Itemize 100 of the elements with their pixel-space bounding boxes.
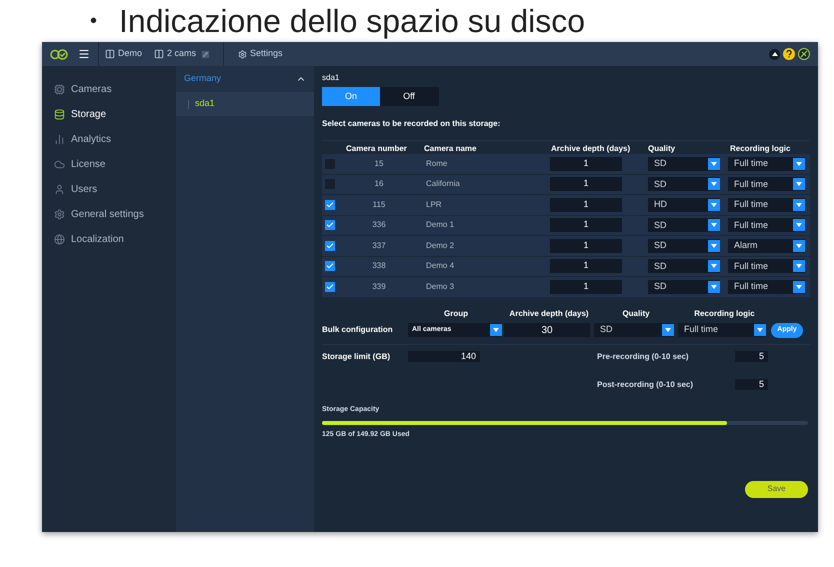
dropdown-button[interactable] <box>793 178 805 190</box>
dropdown-button[interactable] <box>793 198 805 211</box>
collapse-icon[interactable] <box>769 48 780 60</box>
checkbox[interactable] <box>325 158 335 169</box>
sidebar-item[interactable]: General settings <box>54 207 176 222</box>
bulk-header: Recording logic <box>693 308 756 320</box>
camera-number: 15 <box>374 158 384 170</box>
help-icon[interactable] <box>783 48 795 60</box>
sidebar-item[interactable]: License <box>54 157 176 172</box>
logo-icon <box>50 48 68 60</box>
caret-icon <box>796 223 802 228</box>
caret-icon <box>711 223 717 228</box>
sidebar-item[interactable]: Analytics <box>54 132 176 147</box>
checkbox[interactable] <box>325 282 335 292</box>
caret-icon <box>796 162 802 166</box>
select-field[interactable]: Full time <box>728 259 805 274</box>
checkbox[interactable] <box>325 220 335 230</box>
checkbox[interactable] <box>325 200 335 210</box>
caret-icon <box>493 328 499 332</box>
select-field[interactable]: Full time <box>728 177 805 192</box>
menu-icon[interactable] <box>78 48 90 60</box>
select-field[interactable]: SD <box>648 156 720 171</box>
dropdown-button[interactable] <box>793 158 805 170</box>
edit-icon[interactable] <box>202 50 210 58</box>
globe-icon <box>54 234 65 245</box>
dropdown-button[interactable] <box>708 219 720 232</box>
depth-field[interactable]: 1 <box>550 238 622 253</box>
sidebar-item[interactable]: Localization <box>54 232 176 247</box>
column-header: Recording logic <box>729 143 792 155</box>
seconds-field[interactable]: 5 <box>735 351 768 362</box>
depth-field[interactable]: 1 <box>550 280 622 294</box>
depth-field[interactable]: 1 <box>550 218 622 232</box>
dropdown-button[interactable] <box>793 240 805 252</box>
tree-group[interactable]: Germany <box>176 66 314 92</box>
depth-field[interactable]: 1 <box>550 259 622 274</box>
caret-icon <box>757 328 763 332</box>
camera-number: 115 <box>372 198 386 211</box>
camera-number: 339 <box>371 280 387 293</box>
dropdown-button[interactable] <box>793 219 805 232</box>
select-field[interactable]: SD <box>648 177 720 192</box>
caret-icon <box>711 284 717 289</box>
select-field[interactable]: SD <box>648 218 720 232</box>
gear-icon <box>54 209 65 220</box>
user-icon <box>54 184 65 195</box>
bulk-header: Quality <box>621 308 651 320</box>
bulk-header: Archive depth (days) <box>508 308 590 320</box>
select-field[interactable]: SD <box>648 259 720 274</box>
depth-field[interactable]: 1 <box>550 198 622 212</box>
caret-icon <box>796 202 802 207</box>
checkbox[interactable] <box>325 240 335 251</box>
dropdown-button[interactable] <box>708 198 720 211</box>
select-field[interactable]: SD <box>648 238 720 253</box>
camera-number: 336 <box>371 219 387 232</box>
caret-icon <box>711 264 717 268</box>
table-caption: Select cameras to be recorded on this storage: <box>322 118 502 130</box>
dropdown-button[interactable] <box>793 260 805 272</box>
camera-name: Demo 1 <box>425 219 456 232</box>
select-field[interactable]: Full time <box>728 156 805 171</box>
caret-icon <box>796 284 802 289</box>
dropdown-button[interactable] <box>708 260 720 272</box>
field-label: Pre-recording (0-10 sec) <box>597 350 690 362</box>
dropdown-button[interactable] <box>708 158 720 170</box>
select-field[interactable]: Full time <box>728 218 805 232</box>
camera-number: 16 <box>374 178 384 190</box>
storage-limit-field[interactable]: 140 <box>408 350 480 362</box>
depth-field[interactable]: 1 <box>550 177 622 192</box>
dropdown-button[interactable] <box>708 240 720 252</box>
column-header: Archive depth (days) <box>550 143 632 155</box>
check-icon <box>326 262 334 270</box>
checkbox[interactable] <box>325 261 335 272</box>
select-field[interactable]: Alarm <box>728 238 805 253</box>
select-field[interactable]: SD <box>594 323 674 337</box>
save-button[interactable]: Save <box>745 480 808 498</box>
tree-item[interactable]: sda1 <box>176 92 314 116</box>
dropdown-button[interactable] <box>708 178 720 190</box>
camera-number: 338 <box>371 260 387 272</box>
select-field[interactable]: Full time <box>678 323 766 337</box>
toggle-button[interactable]: Off <box>380 87 438 106</box>
dropdown-button[interactable] <box>708 280 720 293</box>
select-field[interactable]: Full time <box>728 198 805 212</box>
depth-field[interactable]: 30 <box>504 323 590 337</box>
depth-field[interactable]: 1 <box>550 156 622 171</box>
column-header: Camera name <box>423 143 478 155</box>
caret-icon <box>665 328 671 332</box>
sidebar-item[interactable]: Storage <box>54 107 176 122</box>
caret-icon <box>711 202 717 207</box>
seconds-field[interactable]: 5 <box>735 379 768 390</box>
dropdown-button[interactable] <box>793 280 805 293</box>
checkbox[interactable] <box>325 179 335 190</box>
select-field[interactable]: Full time <box>728 280 805 294</box>
status-icon[interactable] <box>798 48 810 60</box>
bulk-header: Group <box>443 308 469 320</box>
toolbar-button[interactable]: 2 cams <box>148 42 216 66</box>
sidebar-item[interactable]: Cameras <box>54 82 176 97</box>
sidebar-item[interactable]: Users <box>54 182 176 197</box>
select-field[interactable]: HD <box>648 198 720 212</box>
storage-title: sda1 <box>322 72 340 84</box>
caret-icon <box>796 182 802 186</box>
select-field[interactable]: SD <box>648 280 720 294</box>
check-icon <box>326 200 334 209</box>
